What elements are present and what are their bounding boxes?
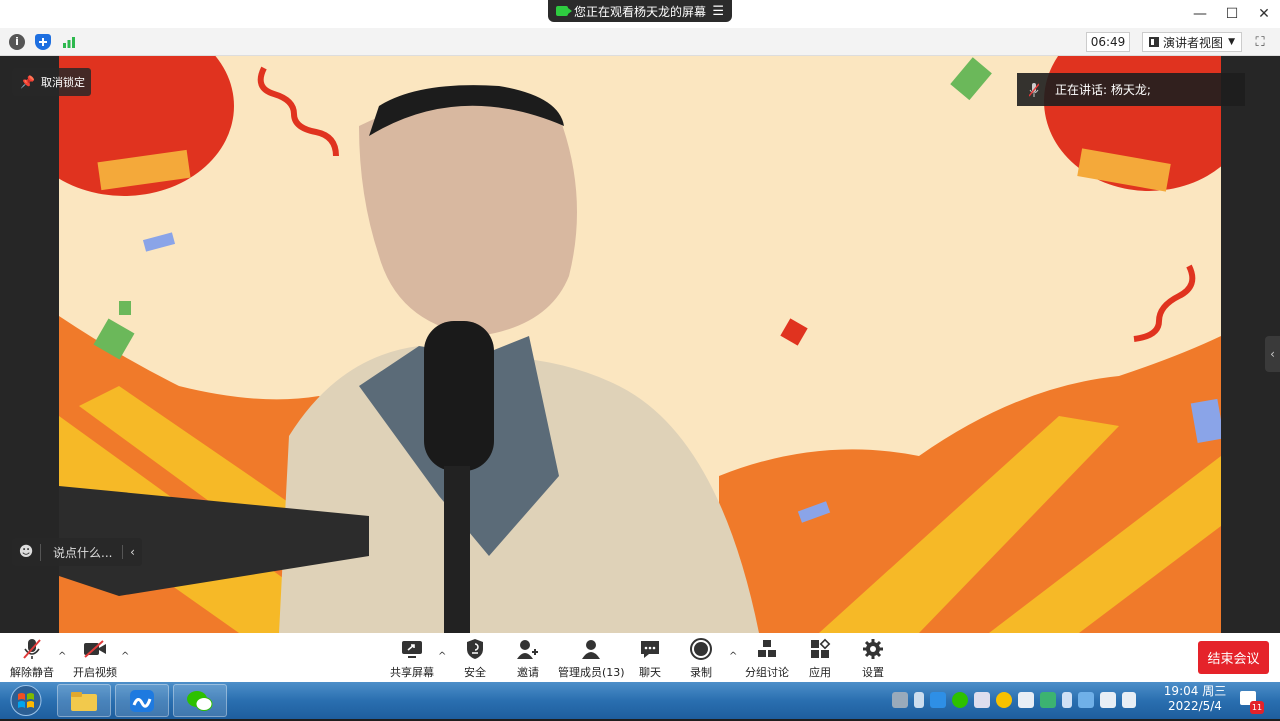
quick-chat-input[interactable]: ☻ 说点什么... ‹ xyxy=(12,538,142,566)
manage-members-label: 管理成员(13) xyxy=(558,666,625,679)
invite-button[interactable]: 邀请 xyxy=(516,637,540,680)
chat-button[interactable]: 聊天 xyxy=(639,637,661,680)
unmute-button[interactable]: 解除静音 xyxy=(10,637,54,680)
file-explorer-icon[interactable] xyxy=(57,684,111,717)
volume-icon[interactable] xyxy=(1018,692,1034,708)
security-shield-icon[interactable] xyxy=(35,34,51,50)
clock-date: 2022/5/4 xyxy=(1168,699,1222,713)
security-tray-icon[interactable] xyxy=(1040,692,1056,708)
view-mode-dropdown[interactable]: 演讲者视图 ▼ xyxy=(1142,32,1242,52)
apps-button[interactable]: 应用 xyxy=(809,637,831,680)
unpin-label: 取消锁定 xyxy=(40,76,85,89)
video-stage: 📌 取消锁定 正在讲话: 杨天龙; ☻ 说点什么... ‹ ‹ xyxy=(0,56,1280,633)
minimize-icon[interactable]: — xyxy=(1184,0,1216,28)
camera-icon xyxy=(556,6,572,16)
shield-icon xyxy=(465,637,485,661)
speaker-view-icon xyxy=(1149,37,1159,47)
manage-members-button[interactable]: 管理成员(13) xyxy=(558,637,625,680)
audio-options-caret[interactable]: ^ xyxy=(58,651,66,662)
shared-screen-video xyxy=(59,56,1221,633)
wechat-tray-icon[interactable] xyxy=(952,692,968,708)
maximize-icon[interactable]: ☐ xyxy=(1216,0,1248,28)
pin-icon: 📌 xyxy=(20,75,35,89)
start-video-label: 开启视频 xyxy=(73,666,117,679)
window-controls: — ☐ ✕ xyxy=(1184,0,1280,28)
share-screen-button[interactable]: 共享屏幕 xyxy=(390,637,434,680)
clock-time: 19:04 周三 xyxy=(1163,684,1227,698)
emoji-icon[interactable]: ☻ xyxy=(12,544,40,560)
festive-background-image xyxy=(59,56,1221,633)
muted-mic-icon xyxy=(1029,82,1039,97)
add-user-icon xyxy=(516,637,540,661)
tencent-meeting-window: 您正在观看杨天龙的屏幕 ☰ — ☐ ✕ i 06:49 演讲者视图 ▼ ⛶ 📌 … xyxy=(0,0,1280,719)
screen-share-notice[interactable]: 您正在观看杨天龙的屏幕 ☰ xyxy=(548,0,732,22)
signal-icon[interactable] xyxy=(61,34,77,50)
view-mode-label: 演讲者视图 xyxy=(1163,35,1224,50)
share-screen-icon xyxy=(400,637,424,661)
share-notice-text: 您正在观看杨天龙的屏幕 xyxy=(574,4,707,19)
speaking-label: 正在讲话: 杨天龙; xyxy=(1055,83,1151,97)
settings-label: 设置 xyxy=(862,666,884,679)
settings-button[interactable]: 设置 xyxy=(862,637,884,680)
info-icon[interactable]: i xyxy=(9,34,25,50)
speaking-indicator: 正在讲话: 杨天龙; xyxy=(1017,73,1245,106)
start-video-button[interactable]: 开启视频 xyxy=(73,637,117,680)
network-monitor-icon[interactable] xyxy=(1078,692,1094,708)
muted-mic-icon xyxy=(22,637,42,661)
apps-icon xyxy=(809,637,831,661)
taskbar-clock[interactable]: 19:04 周三 2022/5/4 xyxy=(1162,684,1228,714)
apps-label: 应用 xyxy=(809,666,831,679)
meeting-toolbar: 解除静音 ^ 开启视频 ^ 共享屏幕 ^ 安全 邀请 管理成员(13) 聊天 录… xyxy=(0,633,1280,682)
unpin-button[interactable]: 📌 取消锁定 xyxy=(12,68,91,96)
info-bar: i 06:49 演讲者视图 ▼ ⛶ xyxy=(0,28,1280,56)
tencent-meeting-tray-icon[interactable] xyxy=(930,692,946,708)
video-off-icon xyxy=(83,637,107,661)
chat-icon xyxy=(639,637,661,661)
chat-placeholder[interactable]: 说点什么... xyxy=(40,543,122,561)
share-options-caret[interactable]: ^ xyxy=(438,651,446,662)
tray-expand-icon[interactable] xyxy=(914,692,924,708)
record-label: 录制 xyxy=(690,666,712,679)
fullscreen-icon[interactable]: ⛶ xyxy=(1252,34,1268,50)
end-meeting-button[interactable]: 结束会议 xyxy=(1198,641,1269,674)
invite-label: 邀请 xyxy=(517,666,539,679)
network-device-icon[interactable] xyxy=(974,692,990,708)
start-button-icon[interactable] xyxy=(6,684,46,717)
windows-taskbar: 19:04 周三 2022/5/4 11 xyxy=(0,682,1280,719)
breakout-button[interactable]: 分组讨论 xyxy=(745,637,789,680)
usb-device-icon[interactable] xyxy=(1100,692,1116,708)
collapse-icon[interactable]: ‹ xyxy=(122,545,142,559)
record-options-caret[interactable]: ^ xyxy=(729,651,737,662)
tencent-meeting-icon[interactable] xyxy=(115,684,169,717)
ime-icon[interactable] xyxy=(996,692,1012,708)
close-icon[interactable]: ✕ xyxy=(1248,0,1280,28)
meeting-timer: 06:49 xyxy=(1086,32,1130,52)
chevron-left-icon: ‹ xyxy=(1270,347,1275,361)
gear-icon xyxy=(862,637,884,661)
title-bar: 您正在观看杨天龙的屏幕 ☰ — ☐ ✕ xyxy=(0,0,1280,28)
breakout-label: 分组讨论 xyxy=(745,666,789,679)
wechat-icon[interactable] xyxy=(173,684,227,717)
side-panel-toggle[interactable]: ‹ xyxy=(1265,336,1280,372)
system-tray xyxy=(892,690,1136,710)
record-button[interactable]: 录制 xyxy=(690,637,712,680)
signal-strength-icon[interactable] xyxy=(1122,692,1136,708)
members-icon xyxy=(579,637,603,661)
security-button[interactable]: 安全 xyxy=(464,637,486,680)
share-screen-label: 共享屏幕 xyxy=(390,666,434,679)
chevron-down-icon: ▼ xyxy=(1228,37,1235,47)
keyboard-icon[interactable] xyxy=(892,692,908,708)
unmute-label: 解除静音 xyxy=(10,666,54,679)
record-icon xyxy=(690,637,712,661)
chat-label: 聊天 xyxy=(639,666,661,679)
video-options-caret[interactable]: ^ xyxy=(121,651,129,662)
breakout-rooms-icon xyxy=(756,637,778,661)
notification-badge: 11 xyxy=(1250,701,1264,714)
bluetooth-icon[interactable] xyxy=(1062,692,1072,708)
security-label: 安全 xyxy=(464,666,486,679)
menu-icon[interactable]: ☰ xyxy=(712,4,724,19)
